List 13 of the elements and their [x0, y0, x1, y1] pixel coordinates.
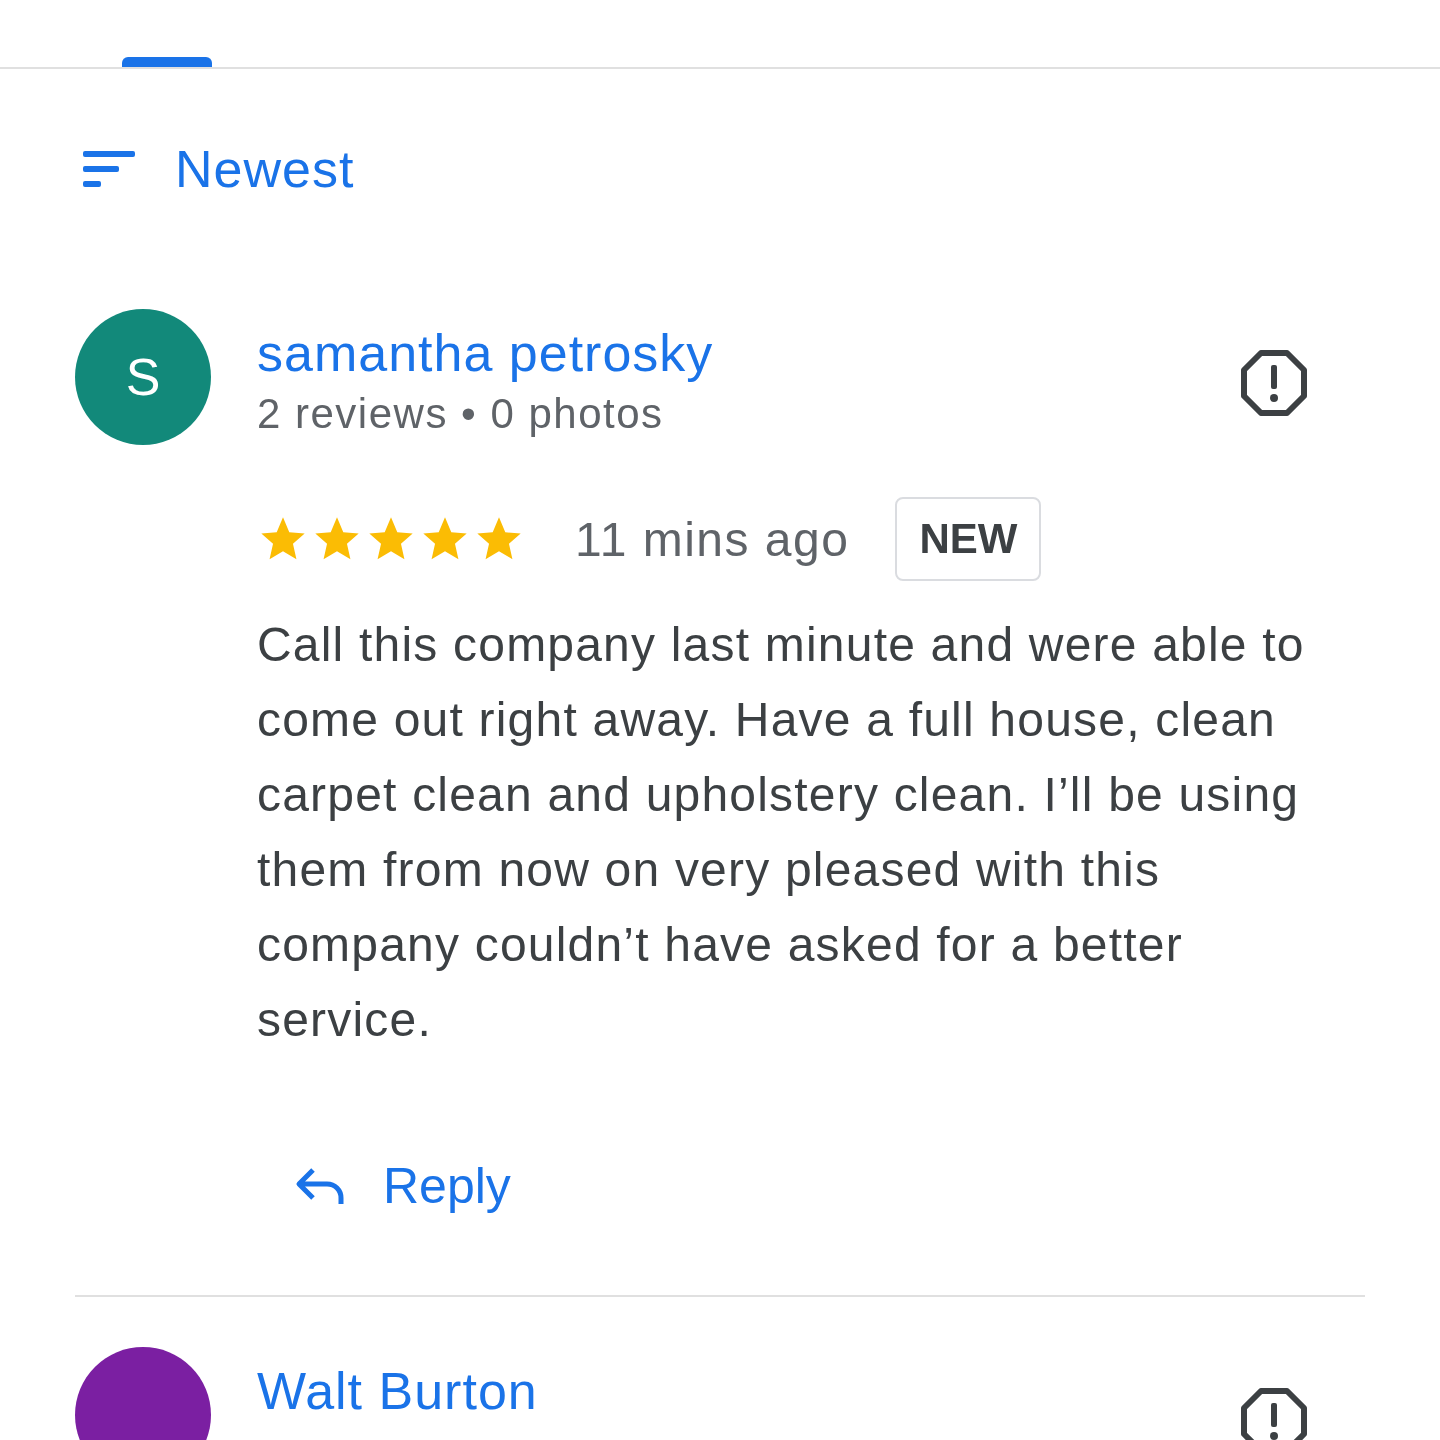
avatar-initial: S: [125, 347, 161, 407]
review-text: Call this company last minute and were able to come out right away. Have a full house, clean carpet clean and upholstery clean. I’ll be using them from now on very pleased with this company couldn’t have asked for a better service.: [257, 617, 1306, 1048]
reply-button[interactable]: Reply: [295, 1157, 511, 1215]
report-icon[interactable]: [1240, 349, 1308, 417]
sort-icon: [83, 151, 135, 187]
report-icon[interactable]: [1240, 1387, 1308, 1440]
reviewer-name[interactable]: Walt Burton: [257, 1361, 538, 1421]
review-time: 11 mins ago: [575, 511, 850, 567]
reviewer-name[interactable]: samantha petrosky: [257, 323, 714, 383]
reviewer-stats: 2 reviews • 0 photos: [257, 389, 665, 439]
new-badge: NEW: [895, 497, 1042, 581]
reply-icon: [295, 1166, 347, 1206]
sort-button[interactable]: Newest: [83, 139, 355, 199]
